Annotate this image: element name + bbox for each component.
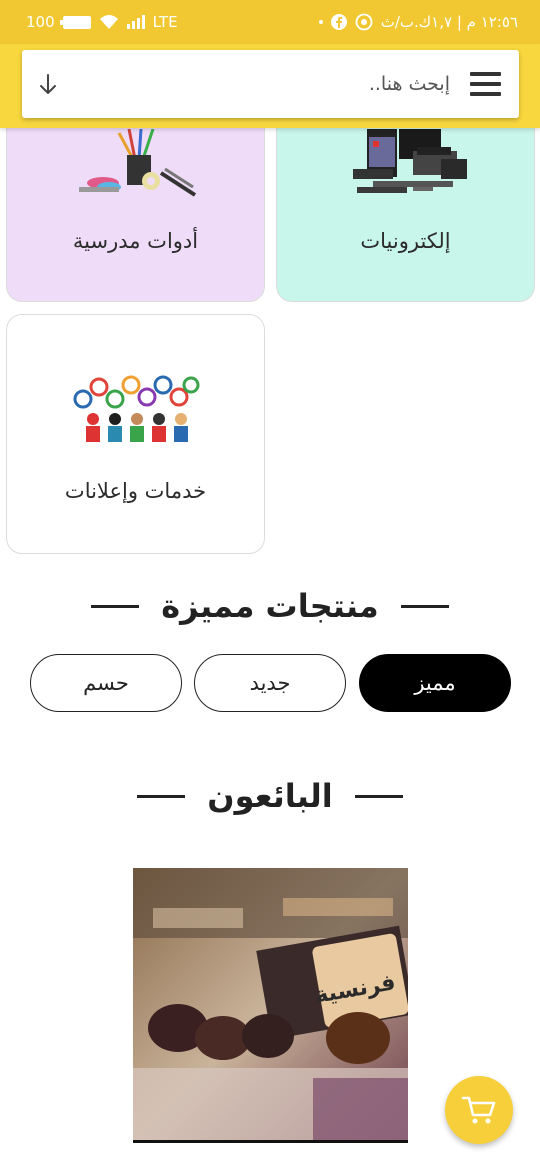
notification-dot-icon [318,20,323,24]
school-supplies-image [79,129,197,197]
filter-featured-button[interactable]: مميز [359,654,511,712]
menu-icon[interactable] [470,72,501,96]
whatsapp-icon [355,13,373,31]
status-left: 100 LTE [26,13,178,31]
status-right: ١٢:٥٦ م | ١,٧ك.ب/ث [318,13,518,31]
title-divider [91,604,140,608]
facebook-icon [330,14,347,30]
category-label-electronics: إلكترونيات [360,229,451,253]
filter-discount-button[interactable]: حسم [30,654,182,712]
cart-button[interactable] [445,1076,513,1144]
category-label-services: خدمات وإعلانات [64,479,207,503]
category-card-school-supplies[interactable]: أدوات مدرسية [6,100,265,302]
electronics-image [353,129,467,193]
category-card-services[interactable]: خدمات وإعلانات [6,314,265,554]
search-bar [22,50,519,118]
category-label-school-supplies: أدوات مدرسية [72,229,199,253]
vendor-card-image[interactable]: فرنسية [133,868,408,1143]
status-time: ١٢:٥٦ م | ١,٧ك.ب/ث [380,13,518,31]
filter-new-button[interactable]: جديد [194,654,346,712]
services-image [73,375,200,442]
title-divider [137,794,186,798]
cart-icon [461,1096,496,1124]
battery-level: 100 [26,13,55,31]
battery-icon [59,15,91,29]
search-input[interactable] [58,73,470,95]
wifi-icon [99,14,119,30]
arrow-down-icon[interactable] [38,72,58,96]
featured-title: منتجات مميزة [161,587,379,625]
title-divider [400,604,449,608]
network-type: LTE [152,13,178,31]
status-bar: 100 LTE ١٢:٥٦ م | ١,٧ك.ب/ث [0,0,540,44]
vendors-title: البائعون [207,777,333,815]
signal-icon [126,15,145,29]
featured-section-title: منتجات مميزة [0,586,540,626]
category-card-electronics[interactable]: إلكترونيات [276,100,535,302]
title-divider [354,794,403,798]
vendors-section-title: البائعون [0,776,540,816]
